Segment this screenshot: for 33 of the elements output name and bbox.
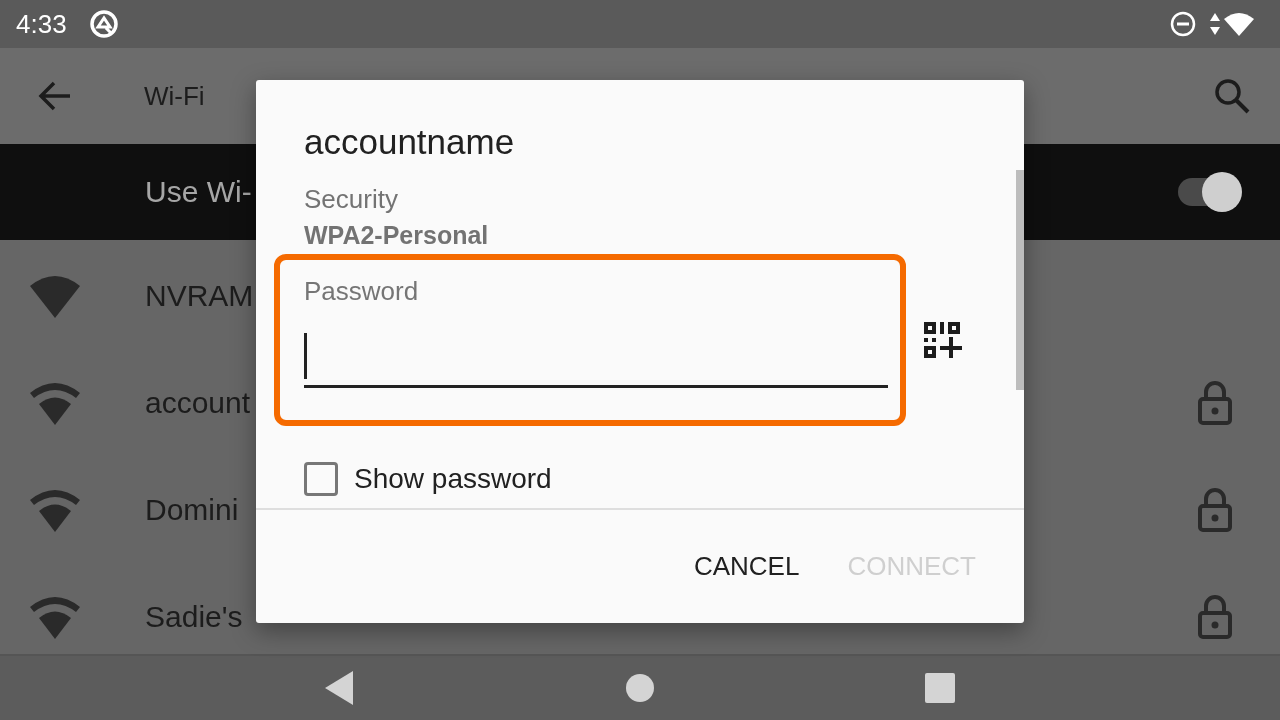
nav-back-icon[interactable]: [325, 671, 355, 705]
search-icon[interactable]: [1214, 78, 1250, 114]
show-password-checkbox[interactable]: [304, 462, 338, 496]
scrollbar-thumb[interactable]: [1016, 170, 1024, 390]
password-field[interactable]: [304, 333, 888, 388]
wifi-signal-icon: [30, 380, 80, 425]
wifi-icon: [1224, 12, 1254, 36]
qr-code-add-icon[interactable]: [924, 322, 962, 358]
network-name[interactable]: NVRAM: [145, 278, 254, 313]
dialog-button[interactable]: CANCEL: [693, 551, 800, 582]
lock-icon: [1198, 380, 1232, 425]
page-title: Wi-Fi: [144, 80, 205, 112]
dialog-title: accountname: [304, 122, 516, 162]
wifi-switch-label: Use Wi-: [145, 175, 252, 209]
wifi-signal-icon: [30, 487, 80, 532]
network-name[interactable]: Sadie's: [145, 599, 243, 634]
password-label: Password: [304, 276, 420, 307]
wifi-toggle[interactable]: [1178, 172, 1242, 212]
status-time: 4:33: [16, 8, 67, 40]
network-name[interactable]: Domini: [145, 492, 239, 527]
wifi-signal-icon: [30, 594, 80, 639]
wifi-signal-icon: [30, 273, 80, 318]
back-arrow-icon[interactable]: [38, 81, 72, 111]
network-name[interactable]: account: [145, 385, 251, 420]
lock-icon: [1198, 487, 1232, 532]
lock-icon: [1198, 594, 1232, 639]
app-notification-icon: [88, 9, 119, 39]
do-not-disturb-icon: [1170, 11, 1196, 37]
show-password-label: Show password: [354, 463, 552, 495]
data-arrows-icon: [1210, 13, 1220, 35]
security-value: WPA2-Personal: [304, 221, 490, 250]
nav-home-icon[interactable]: [625, 673, 655, 703]
security-label: Security: [304, 184, 399, 215]
